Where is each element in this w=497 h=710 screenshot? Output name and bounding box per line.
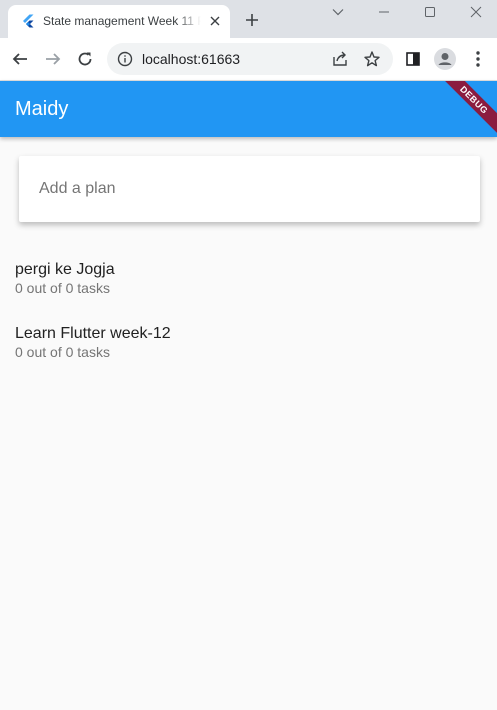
list-item[interactable]: Learn Flutter week-12 0 out of 0 tasks [0, 321, 497, 377]
url-text: localhost:61663 [142, 51, 241, 67]
add-plan-card [19, 156, 480, 222]
list-item[interactable]: pergi ke Jogja 0 out of 0 tasks [0, 257, 497, 313]
maximize-icon[interactable] [407, 0, 453, 24]
app-bar: Maidy DEBUG [0, 81, 497, 137]
plan-progress: 0 out of 0 tasks [15, 344, 110, 360]
address-bar[interactable]: localhost:61663 [107, 43, 393, 75]
forward-icon[interactable] [41, 47, 65, 71]
share-icon[interactable] [331, 50, 349, 68]
browser-tab[interactable]: State management Week 11 F [8, 5, 230, 38]
page-title: Maidy [15, 98, 69, 120]
add-plan-input[interactable] [19, 156, 480, 222]
tab-close-icon[interactable] [207, 13, 223, 29]
flutter-icon [20, 13, 36, 29]
close-icon[interactable] [453, 0, 497, 24]
tab-title: State management Week 11 F [43, 14, 201, 28]
sidepanel-icon[interactable] [401, 47, 425, 71]
tab-search-icon[interactable] [315, 0, 361, 24]
profile-icon[interactable] [433, 47, 457, 71]
browser-toolbar: localhost:61663 [0, 38, 497, 81]
back-icon[interactable] [8, 47, 32, 71]
new-tab-icon[interactable] [242, 10, 262, 30]
plan-title: Learn Flutter week-12 [15, 325, 171, 342]
debug-banner: DEBUG [430, 81, 497, 137]
menu-icon[interactable] [466, 47, 490, 71]
info-icon[interactable] [117, 51, 133, 67]
plan-title: pergi ke Jogja [15, 261, 115, 278]
tab-strip: State management Week 11 F [0, 0, 497, 38]
minimize-icon[interactable] [361, 0, 407, 24]
plan-progress: 0 out of 0 tasks [15, 280, 110, 296]
reload-icon[interactable] [73, 47, 97, 71]
star-icon[interactable] [363, 50, 381, 68]
